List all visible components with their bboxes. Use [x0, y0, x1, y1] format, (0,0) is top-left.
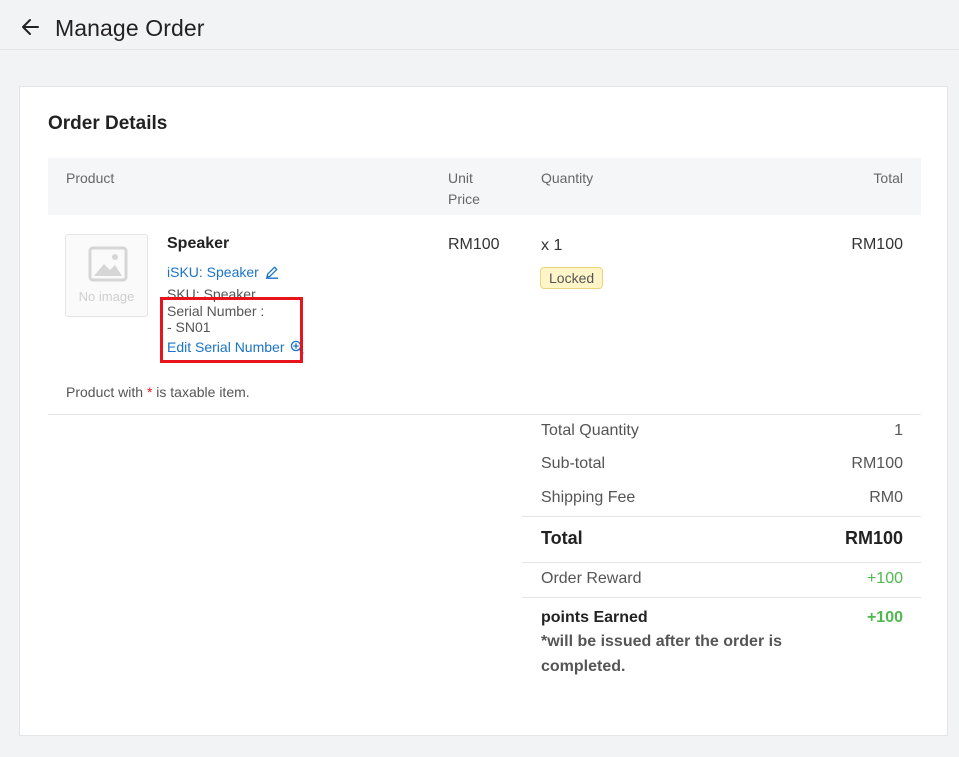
shipping-fee-label: Shipping Fee — [541, 489, 636, 506]
tax-note: Product with * is taxable item. — [66, 384, 250, 400]
product-image-placeholder: No image — [65, 234, 148, 317]
grand-total-value: RM100 — [844, 528, 903, 548]
order-reward-value: +100 — [866, 570, 903, 587]
back-button[interactable] — [18, 14, 44, 40]
arrow-left-icon — [22, 19, 39, 35]
page-title: Manage Order — [55, 15, 205, 41]
summary-divider — [522, 516, 921, 517]
summary-divider — [522, 597, 921, 598]
table-header: Product Unit Price Quantity Total — [48, 158, 921, 215]
points-earned-label: points Earned — [541, 609, 648, 626]
product-name: Speaker — [167, 235, 230, 252]
column-header-product: Product — [66, 170, 115, 186]
grand-total-label: Total — [541, 528, 583, 548]
order-details-card: Order Details Product Unit Price Quantit… — [19, 86, 948, 736]
unit-price-value: RM100 — [448, 236, 500, 253]
row-total-value: RM100 — [851, 236, 903, 253]
section-title: Order Details — [48, 113, 168, 134]
shipping-fee-value: RM0 — [869, 489, 903, 506]
image-placeholder-icon — [88, 246, 128, 282]
tax-note-prefix: Product with — [66, 384, 147, 400]
points-earned-value: +100 — [866, 609, 903, 626]
pencil-icon — [265, 266, 278, 279]
isku-link[interactable]: iSKU: Speaker — [167, 264, 279, 280]
total-quantity-label: Total Quantity — [541, 422, 639, 439]
serial-number-highlight-box — [160, 297, 303, 363]
subtotal-label: Sub-total — [541, 455, 606, 472]
column-header-quantity: Quantity — [541, 170, 594, 186]
no-image-text: No image — [78, 289, 135, 304]
quantity-value: x 1 — [541, 237, 563, 254]
column-header-unit-price: Unit Price — [448, 170, 480, 207]
divider — [48, 414, 921, 415]
points-issue-note: *will be issued after the order is compl… — [541, 633, 782, 675]
subtotal-value: RM100 — [851, 455, 903, 472]
order-reward-label: Order Reward — [541, 570, 642, 587]
top-bar: Manage Order — [0, 0, 959, 50]
summary-divider — [522, 562, 921, 563]
tax-note-suffix: is taxable item. — [152, 384, 250, 400]
isku-text: iSKU: Speaker — [167, 264, 259, 280]
status-badge: Locked — [540, 267, 604, 289]
column-header-total: Total — [873, 170, 903, 186]
total-quantity-value: 1 — [894, 422, 903, 439]
